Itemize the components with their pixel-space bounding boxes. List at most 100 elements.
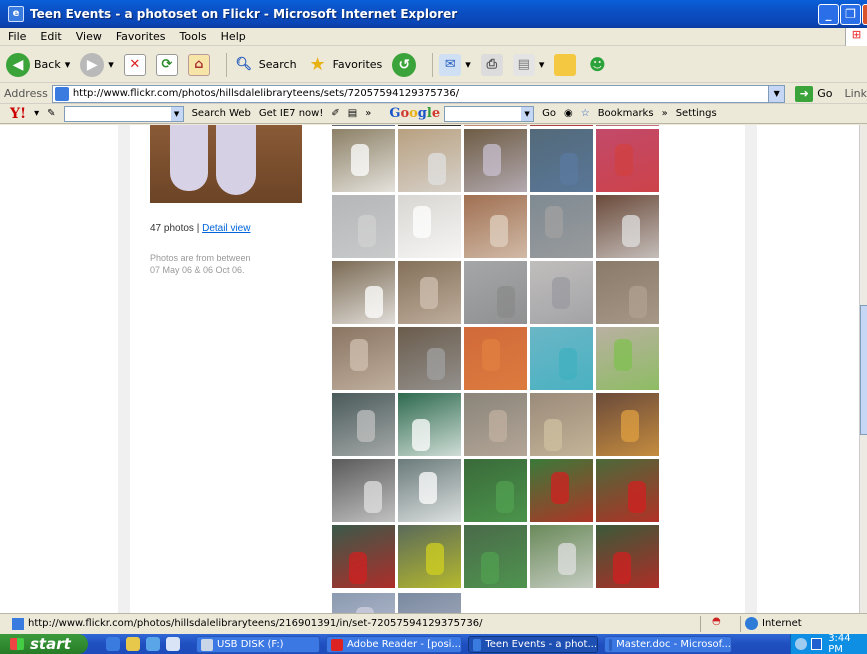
photo-thumbnail[interactable]: [596, 195, 659, 258]
vertical-scrollbar[interactable]: [859, 125, 867, 613]
settings-button[interactable]: Settings: [676, 108, 717, 119]
stop-button[interactable]: ✕: [123, 53, 146, 76]
favorites-button[interactable]: ★ Favorites: [307, 54, 383, 76]
photo-thumbnail[interactable]: [530, 195, 593, 258]
more-chevron-icon[interactable]: »: [365, 108, 371, 119]
quick-launch-desktop-icon[interactable]: [166, 637, 180, 651]
back-dropdown-icon[interactable]: ▾: [65, 58, 71, 71]
photo-thumbnail[interactable]: [464, 125, 527, 126]
photo-thumbnail[interactable]: [464, 459, 527, 522]
task-internet-explorer[interactable]: Teen Events - a phot...: [468, 636, 598, 653]
photo-thumbnail[interactable]: [596, 459, 659, 522]
photo-thumbnail[interactable]: [530, 129, 593, 192]
yahoo-search-input[interactable]: ▼: [63, 105, 184, 122]
menu-tools[interactable]: Tools: [180, 30, 207, 43]
go-button[interactable]: ➜ Go: [791, 85, 832, 102]
yahoo-search-dropdown-icon[interactable]: ▼: [170, 106, 183, 121]
menu-edit[interactable]: Edit: [40, 30, 61, 43]
photo-thumbnail[interactable]: [398, 459, 461, 522]
photo-thumbnail[interactable]: [530, 125, 593, 126]
photo-thumbnail[interactable]: [332, 393, 395, 456]
task-word-doc[interactable]: Master.doc - Microsof...: [604, 636, 732, 653]
photo-thumbnail[interactable]: [398, 525, 461, 588]
photo-thumbnail[interactable]: [332, 327, 395, 390]
highlighter-icon[interactable]: ✐: [331, 108, 339, 119]
photo-thumbnail[interactable]: [596, 525, 659, 588]
back-button[interactable]: ◀ Back ▾: [6, 52, 71, 77]
photo-thumbnail[interactable]: [398, 593, 461, 613]
scrollbar-thumb[interactable]: [860, 305, 867, 435]
photo-thumbnail[interactable]: [398, 195, 461, 258]
search-web-button[interactable]: Search Web: [192, 108, 251, 119]
form-icon[interactable]: ▤: [348, 108, 357, 119]
menu-help[interactable]: Help: [221, 30, 246, 43]
photo-thumbnail[interactable]: [596, 327, 659, 390]
google-search-dropdown-icon[interactable]: ▼: [521, 106, 534, 121]
edit-dropdown-icon[interactable]: ▾: [539, 58, 545, 71]
address-input[interactable]: http://www.flickr.com/photos/hillsdaleli…: [51, 84, 786, 103]
photo-thumbnail[interactable]: [464, 327, 527, 390]
mail-button[interactable]: ✉ ▾: [439, 53, 471, 76]
photo-thumbnail[interactable]: [530, 525, 593, 588]
yahoo-logo[interactable]: Y!: [10, 106, 26, 122]
photo-thumbnail[interactable]: [596, 393, 659, 456]
photo-thumbnail[interactable]: [398, 327, 461, 390]
photo-thumbnail[interactable]: [530, 327, 593, 390]
photo-thumbnail[interactable]: [464, 525, 527, 588]
photo-thumbnail[interactable]: [398, 129, 461, 192]
close-button[interactable]: X: [862, 4, 867, 25]
tray-app-icon[interactable]: [810, 638, 823, 650]
photo-thumbnail[interactable]: [398, 125, 461, 126]
photo-thumbnail[interactable]: [332, 459, 395, 522]
set-cover-photo[interactable]: [150, 125, 302, 203]
photo-thumbnail[interactable]: [530, 393, 593, 456]
photo-thumbnail[interactable]: [596, 125, 659, 126]
quick-launch-ie-icon[interactable]: [106, 637, 120, 651]
edit-button[interactable]: ▤ ▾: [512, 53, 545, 76]
task-usb-disk[interactable]: USB DISK (F:): [196, 636, 320, 653]
menu-view[interactable]: View: [76, 30, 102, 43]
print-button[interactable]: ⎙: [480, 53, 503, 76]
detail-view-link[interactable]: Detail view: [202, 223, 250, 234]
forward-dropdown-icon[interactable]: ▾: [108, 58, 114, 71]
bookmarks-button[interactable]: Bookmarks: [598, 108, 654, 119]
photo-thumbnail[interactable]: [332, 195, 395, 258]
search-button[interactable]: 🔍︎ Search: [233, 54, 297, 76]
links-button[interactable]: Link: [844, 87, 867, 100]
network-icon[interactable]: [795, 638, 807, 650]
task-adobe-reader[interactable]: Adobe Reader - [posi...: [326, 636, 462, 653]
photo-thumbnail[interactable]: [332, 261, 395, 324]
photo-thumbnail[interactable]: [596, 129, 659, 192]
quick-launch-folder-icon[interactable]: [126, 637, 140, 651]
messenger-button[interactable]: ☻: [586, 54, 608, 76]
refresh-button[interactable]: ⟳: [155, 53, 178, 76]
menu-file[interactable]: File: [8, 30, 26, 43]
yahoo-dropdown-icon[interactable]: ▾: [34, 108, 39, 119]
photo-thumbnail[interactable]: [398, 393, 461, 456]
photo-thumbnail[interactable]: [530, 261, 593, 324]
photo-thumbnail[interactable]: [332, 125, 395, 126]
photo-thumbnail[interactable]: [332, 593, 395, 613]
star-bookmark-icon[interactable]: ☆: [581, 108, 590, 119]
address-dropdown-icon[interactable]: ▼: [768, 85, 785, 102]
photo-thumbnail[interactable]: [464, 195, 527, 258]
photo-thumbnail[interactable]: [596, 261, 659, 324]
minimize-button[interactable]: _: [818, 4, 839, 25]
photo-thumbnail[interactable]: [332, 129, 395, 192]
photo-thumbnail[interactable]: [530, 459, 593, 522]
pencil-icon[interactable]: ✎: [47, 108, 55, 119]
folder-button[interactable]: [554, 53, 577, 76]
home-button[interactable]: ⌂: [187, 53, 210, 76]
start-button[interactable]: start: [0, 634, 88, 654]
google-go-button[interactable]: Go: [542, 108, 556, 119]
menu-favorites[interactable]: Favorites: [116, 30, 166, 43]
quick-launch-media-icon[interactable]: [146, 637, 160, 651]
mail-dropdown-icon[interactable]: ▾: [465, 58, 471, 71]
google-search-input[interactable]: ▼: [444, 105, 535, 122]
photo-thumbnail[interactable]: [398, 261, 461, 324]
more-chevron-icon[interactable]: »: [662, 108, 668, 119]
history-button[interactable]: ↺: [392, 52, 417, 77]
forward-button[interactable]: ▶ ▾: [80, 52, 114, 77]
get-ie7-link[interactable]: Get IE7 now!: [259, 108, 323, 119]
photo-thumbnail[interactable]: [464, 261, 527, 324]
